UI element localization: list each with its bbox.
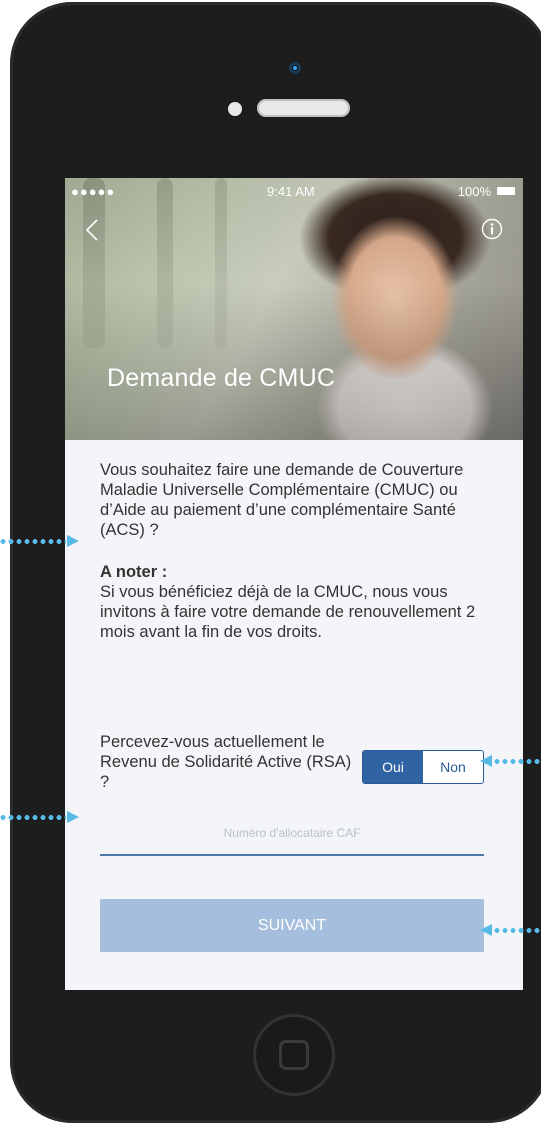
app-screen: ●●●●● 9:41 AM 100% Demande de CMUC Vous …: [65, 178, 523, 990]
page-title: Demande de CMUC: [107, 364, 336, 392]
proximity-sensor: [228, 102, 242, 116]
rsa-toggle[interactable]: Oui Non: [362, 750, 484, 784]
hero-photo: ●●●●● 9:41 AM 100% Demande de CMUC: [65, 178, 523, 440]
next-button[interactable]: SUIVANT: [100, 899, 484, 952]
status-time: 9:41 AM: [267, 184, 315, 199]
description: Vous souhaitez faire une demande de Couv…: [100, 460, 490, 652]
status-bar: ●●●●● 9:41 AM 100%: [71, 184, 515, 200]
info-icon: [481, 218, 503, 240]
battery-percent: 100%: [457, 184, 491, 199]
back-button[interactable]: [85, 218, 101, 241]
caf-number-input[interactable]: [100, 826, 484, 840]
rsa-no-option[interactable]: Non: [423, 751, 483, 783]
chevron-left-icon: [85, 219, 98, 241]
phone-frame: ●●●●● 9:41 AM 100% Demande de CMUC Vous …: [10, 2, 541, 1123]
rsa-yes-option[interactable]: Oui: [363, 751, 423, 783]
hero-shade: [65, 178, 523, 440]
annotation-arrow-field: [0, 811, 80, 823]
earpiece-speaker: [257, 99, 350, 117]
front-camera: [289, 62, 301, 74]
info-button[interactable]: [481, 218, 503, 240]
note-text: Si vous bénéficiez déjà de la CMUC, nous…: [100, 583, 476, 641]
annotation-arrow-toggle: [480, 755, 541, 767]
battery-icon: [497, 187, 515, 195]
signal-strength: ●●●●●: [71, 184, 116, 199]
home-button[interactable]: [253, 1014, 335, 1096]
annotation-arrow-text: [0, 535, 80, 547]
rsa-question: Percevez-vous actuellement le Revenu de …: [100, 733, 352, 791]
intro-text: Vous souhaitez faire une demande de Couv…: [100, 461, 464, 539]
annotation-arrow-button: [480, 924, 541, 936]
note-heading: A noter :: [100, 563, 168, 581]
caf-number-field[interactable]: [100, 824, 484, 856]
rsa-question-row: Percevez-vous actuellement le Revenu de …: [100, 732, 500, 802]
home-square-icon: [279, 1040, 309, 1070]
